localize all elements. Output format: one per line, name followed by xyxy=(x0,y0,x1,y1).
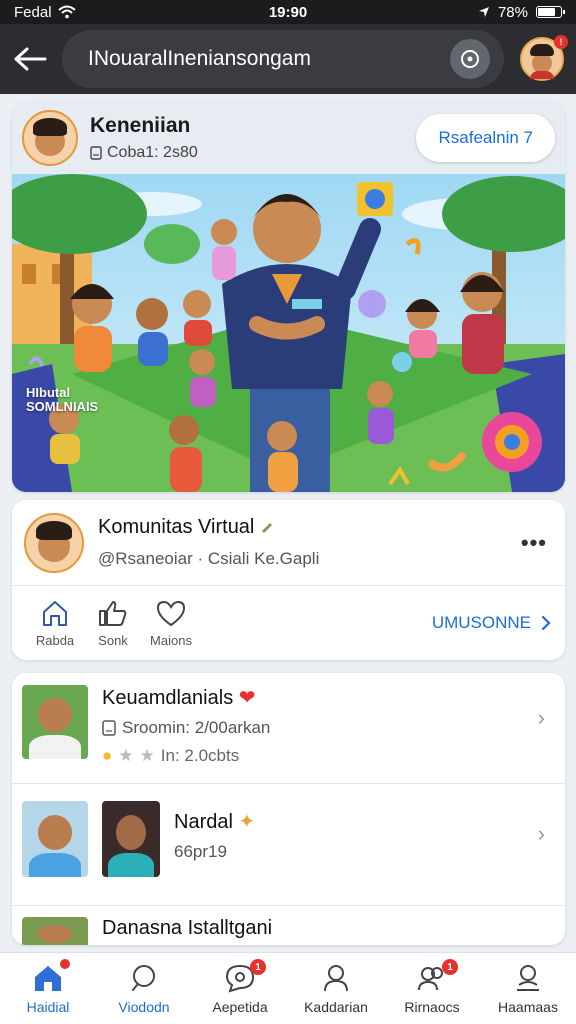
wifi-icon xyxy=(57,5,76,19)
nav-groups[interactable]: 1 Rirnaocs xyxy=(384,953,480,1024)
follow-button[interactable]: Rsafealnin 7 xyxy=(416,114,555,162)
nav-home-label: Haidial xyxy=(26,998,70,1015)
nav-search-label: Viododn xyxy=(118,998,170,1015)
back-button[interactable] xyxy=(10,39,50,79)
list-item-thumbnail xyxy=(22,917,88,945)
notification-dot: ! xyxy=(554,35,568,49)
feature-name: Keneniian xyxy=(90,114,191,137)
feature-avatar[interactable] xyxy=(22,110,78,166)
illustration-caption: HIbutal SOMLNIAIS xyxy=(26,385,99,414)
divider xyxy=(12,905,565,906)
list-item-subtitle: Sroomin: 2/00arkan xyxy=(122,718,271,737)
heart-icon: ❤ xyxy=(238,687,256,709)
nav-groups-label: Rirnaocs xyxy=(404,998,460,1015)
nav-chat[interactable]: 1 Aepetida xyxy=(192,953,288,1024)
see-more-label: UMUSONNE xyxy=(431,613,531,632)
nav-home-dot xyxy=(60,959,70,969)
post-title: Komunitas Virtual xyxy=(98,516,255,538)
chevron-right-icon: › xyxy=(537,821,545,846)
people-icon: ✦ xyxy=(238,811,256,833)
more-options-button[interactable]: ••• xyxy=(515,530,553,556)
list-card: Keuamdlanials ❤ Sroomin: 2/00arkan ● ★ ★… xyxy=(12,673,565,945)
top-header: INouaralIneniansongam ! xyxy=(0,24,576,94)
status-bar: Fedal 19:90 78% xyxy=(0,0,576,24)
list-item-thumbnail xyxy=(22,801,88,877)
nav-search[interactable]: Viododn xyxy=(96,953,192,1024)
location-arrow-icon xyxy=(478,7,489,17)
action-like[interactable]: Sonk xyxy=(84,599,142,648)
nav-groups-badge: 1 xyxy=(442,959,458,975)
battery-icon xyxy=(536,6,565,18)
nav-profile[interactable]: Kaddarian xyxy=(288,953,384,1024)
action-like-label: Sonk xyxy=(98,632,128,648)
nav-profile-label: Kaddarian xyxy=(304,998,368,1015)
action-heart[interactable]: Maions xyxy=(142,599,200,648)
list-item[interactable]: Danasna Istalltgani xyxy=(12,917,565,945)
arrow-left-icon xyxy=(14,47,47,71)
post-header: Komunitas Virtual @Rsaneoiar · Csiali Ke… xyxy=(12,500,565,586)
nav-account-label: Haamaas xyxy=(498,998,558,1015)
post-card: Komunitas Virtual @Rsaneoiar · Csiali Ke… xyxy=(12,500,565,660)
record-icon xyxy=(461,50,479,68)
list-item-thumbnail-2 xyxy=(102,801,160,877)
community-illustration xyxy=(12,174,565,492)
camera-button[interactable] xyxy=(450,39,490,79)
nav-chat-badge: 1 xyxy=(250,959,266,975)
chevron-right-icon xyxy=(541,615,551,631)
star-icon: ★ xyxy=(139,746,155,765)
title-bar[interactable]: INouaralIneniansongam xyxy=(62,30,504,88)
action-home[interactable]: Rabda xyxy=(26,599,84,648)
battery-percent: 78% xyxy=(497,3,528,21)
home-icon xyxy=(35,965,61,991)
post-handle: @Rsaneoiar · Csiali Ke.Gapli xyxy=(98,549,320,568)
feature-header: Keneniian Coba1: 2s80 Rsafealnin 7 xyxy=(12,102,565,174)
bottom-navigation: Haidial Viododn 1 Aepetida Kaddarian 1 R… xyxy=(0,952,576,1024)
action-heart-label: Maions xyxy=(150,632,192,648)
account-icon xyxy=(517,964,539,991)
profile-avatar[interactable]: ! xyxy=(520,35,568,81)
search-icon xyxy=(132,964,155,991)
document-icon xyxy=(90,146,102,160)
see-more-link[interactable]: UMUSONNE xyxy=(432,613,551,633)
list-item-thumbnail xyxy=(22,685,88,759)
feature-subtitle: Coba1: 2s80 xyxy=(107,144,198,161)
thumbs-up-icon xyxy=(99,600,127,626)
home-icon xyxy=(43,600,67,626)
carrier-label: Fedal xyxy=(14,3,52,21)
action-home-label: Rabda xyxy=(35,632,75,648)
divider xyxy=(12,783,565,784)
edit-pencil-icon xyxy=(261,523,272,533)
emoji-icon: ● xyxy=(102,746,113,765)
list-item-title: Nardal xyxy=(174,811,233,833)
post-avatar[interactable] xyxy=(24,512,84,573)
nav-account[interactable]: Haamaas xyxy=(480,953,576,1024)
feature-card: Keneniian Coba1: 2s80 Rsafealnin 7 HIbut… xyxy=(12,102,565,492)
heart-icon xyxy=(156,600,186,626)
nav-home[interactable]: Haidial xyxy=(0,953,96,1024)
list-item[interactable]: Keuamdlanials ❤ Sroomin: 2/00arkan ● ★ ★… xyxy=(12,685,565,766)
profile-icon xyxy=(324,964,348,991)
header-title: INouaralIneniansongam xyxy=(88,47,311,70)
list-item-title: Keuamdlanials xyxy=(102,687,234,709)
list-item[interactable]: Nardal ✦ 66pr19 › xyxy=(12,801,565,877)
chevron-right-icon: › xyxy=(537,705,545,730)
list-item-meta: In: 2.0cbts xyxy=(160,746,240,765)
list-item-subtitle: 66pr19 xyxy=(174,842,227,861)
post-actions: Rabda Sonk Maions UMUSONNE xyxy=(12,586,565,660)
star-icon: ★ xyxy=(118,746,134,765)
nav-chat-label: Aepetida xyxy=(212,998,268,1015)
list-item-title: Danasna Istalltgani xyxy=(102,917,273,939)
document-icon xyxy=(102,720,116,736)
